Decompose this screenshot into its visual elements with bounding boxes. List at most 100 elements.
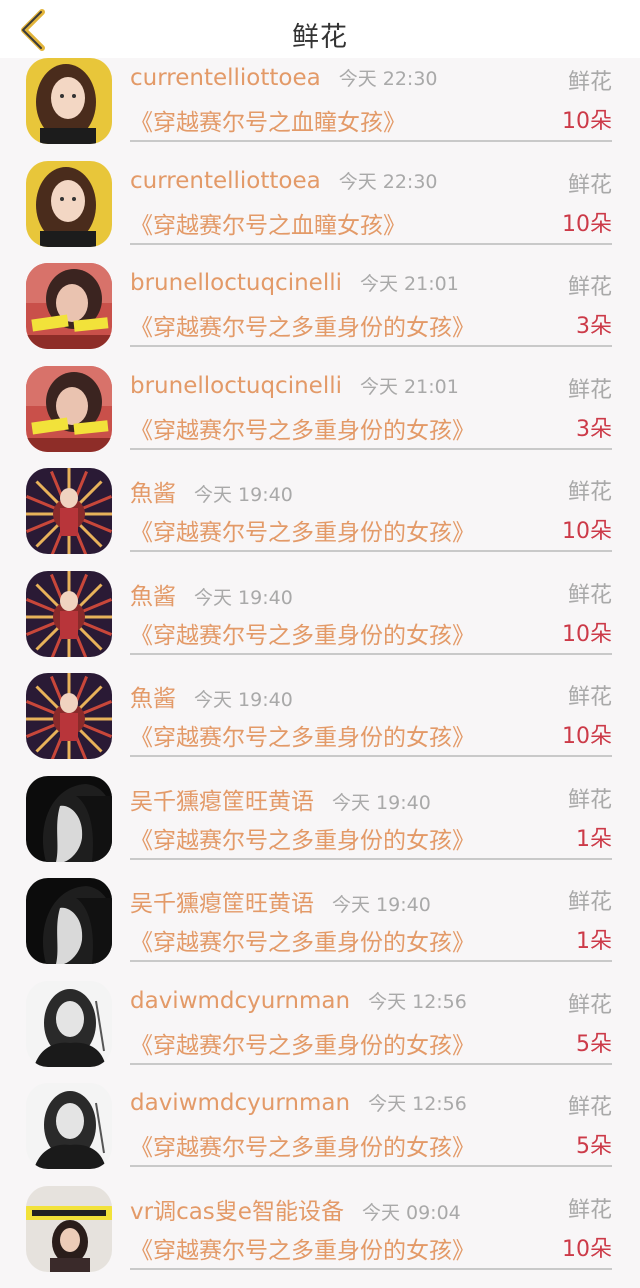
user-name[interactable]: 魚酱今天 19:40 <box>130 577 293 611</box>
book-title[interactable]: 《穿越赛尔号之多重身份的女孩》 <box>130 411 475 445</box>
user-name[interactable]: daviwmdcyurnman 今天 12:56 <box>130 1089 467 1116</box>
flower-count: 5朵 <box>576 1128 612 1160</box>
gift-type: 鲜花 <box>568 1192 612 1224</box>
divider <box>130 755 612 757</box>
divider <box>130 653 612 655</box>
timestamp: 今天 19:40 <box>194 587 293 609</box>
divider <box>130 1063 612 1065</box>
list-item[interactable]: currentelliottoea 今天 22:30 鲜花 《穿越赛尔号之血瞳女孩… <box>0 58 640 161</box>
book-title[interactable]: 《穿越赛尔号之多重身份的女孩》 <box>130 821 475 855</box>
avatar[interactable] <box>26 571 112 657</box>
list-item[interactable]: daviwmdcyurnman 今天 12:56 鲜花 《穿越赛尔号之多重身份的女… <box>0 1083 640 1186</box>
user-name-text: vr调cas叟e智能设备 <box>130 1199 344 1225</box>
user-name[interactable]: currentelliottoea 今天 22:30 <box>130 167 438 194</box>
avatar[interactable] <box>26 1083 112 1169</box>
flower-count: 3朵 <box>576 308 612 340</box>
user-name-text: currentelliottoea <box>130 65 321 91</box>
user-name[interactable]: brunelloctuqcinelli 今天 21:01 <box>130 269 459 296</box>
user-name[interactable]: currentelliottoea 今天 22:30 <box>130 64 438 91</box>
list-item[interactable]: 魚酱今天 19:40 鲜花 《穿越赛尔号之多重身份的女孩》 10朵 <box>0 468 640 571</box>
user-name[interactable]: vr调cas叟e智能设备今天 09:04 <box>130 1192 461 1226</box>
gift-type: 鲜花 <box>568 167 612 199</box>
list-item[interactable]: daviwmdcyurnman今天 12:56 鲜花 《穿越赛尔号之多重身份的女… <box>0 981 640 1084</box>
gift-list: currentelliottoea 今天 22:30 鲜花 《穿越赛尔号之血瞳女孩… <box>0 58 640 1288</box>
timestamp: 今天 19:40 <box>194 689 293 711</box>
user-name[interactable]: 魚酱今天 19:40 <box>130 679 293 713</box>
flower-count: 10朵 <box>562 513 612 545</box>
gift-type: 鲜花 <box>568 474 612 506</box>
list-item[interactable]: vr调cas叟e智能设备今天 09:04 鲜花 《穿越赛尔号之多重身份的女孩》 … <box>0 1186 640 1288</box>
user-name-text: 魚酱 <box>130 584 176 610</box>
avatar[interactable] <box>26 878 112 964</box>
gift-type: 鲜花 <box>568 64 612 96</box>
user-name[interactable]: 吴千獯瘪筐旺黄语今天 19:40 <box>130 782 431 816</box>
timestamp: 今天 22:30 <box>339 171 438 193</box>
timestamp: 今天 19:40 <box>332 894 431 916</box>
list-item[interactable]: 吴千獯瘪筐旺黄语今天 19:40 鲜花 《穿越赛尔号之多重身份的女孩》 1朵 <box>0 776 640 879</box>
user-name-text: 魚酱 <box>130 686 176 712</box>
book-title[interactable]: 《穿越赛尔号之多重身份的女孩》 <box>130 308 475 342</box>
user-name[interactable]: 魚酱今天 19:40 <box>130 474 293 508</box>
timestamp: 今天 09:04 <box>362 1202 461 1224</box>
divider <box>130 448 612 450</box>
book-title[interactable]: 《穿越赛尔号之血瞳女孩》 <box>130 206 406 240</box>
flower-count: 5朵 <box>576 1026 612 1058</box>
flower-count: 10朵 <box>562 718 612 750</box>
avatar[interactable] <box>26 981 112 1067</box>
book-title[interactable]: 《穿越赛尔号之多重身份的女孩》 <box>130 1128 475 1162</box>
avatar[interactable] <box>26 366 112 452</box>
book-title[interactable]: 《穿越赛尔号之多重身份的女孩》 <box>130 718 475 752</box>
user-name-text: currentelliottoea <box>130 168 321 194</box>
timestamp: 今天 12:56 <box>368 1093 467 1115</box>
avatar[interactable] <box>26 776 112 862</box>
user-name[interactable]: brunelloctuqcinelli 今天 21:01 <box>130 372 459 399</box>
flower-count: 10朵 <box>562 616 612 648</box>
book-title[interactable]: 《穿越赛尔号之多重身份的女孩》 <box>130 513 475 547</box>
user-name-text: brunelloctuqcinelli <box>130 270 342 296</box>
avatar[interactable] <box>26 468 112 554</box>
divider <box>130 1165 612 1167</box>
list-item[interactable]: 魚酱今天 19:40 鲜花 《穿越赛尔号之多重身份的女孩》 10朵 <box>0 571 640 674</box>
avatar[interactable] <box>26 673 112 759</box>
gift-type: 鲜花 <box>568 1089 612 1121</box>
flower-count: 1朵 <box>576 923 612 955</box>
divider <box>130 960 612 962</box>
avatar[interactable] <box>26 58 112 144</box>
list-item[interactable]: 吴千獯瘪筐旺黄语今天 19:40 鲜花 《穿越赛尔号之多重身份的女孩》 1朵 <box>0 878 640 981</box>
gift-type: 鲜花 <box>568 577 612 609</box>
flower-count: 10朵 <box>562 206 612 238</box>
book-title[interactable]: 《穿越赛尔号之多重身份的女孩》 <box>130 923 475 957</box>
flower-count: 1朵 <box>576 821 612 853</box>
gift-type: 鲜花 <box>568 884 612 916</box>
avatar[interactable] <box>26 1186 112 1272</box>
avatar[interactable] <box>26 263 112 349</box>
flower-count: 3朵 <box>576 411 612 443</box>
divider <box>130 858 612 860</box>
timestamp: 今天 21:01 <box>360 273 459 295</box>
user-name[interactable]: 吴千獯瘪筐旺黄语今天 19:40 <box>130 884 431 918</box>
user-name[interactable]: daviwmdcyurnman今天 12:56 <box>130 987 467 1014</box>
timestamp: 今天 19:40 <box>194 484 293 506</box>
timestamp: 今天 21:01 <box>360 376 459 398</box>
list-item[interactable]: 魚酱今天 19:40 鲜花 《穿越赛尔号之多重身份的女孩》 10朵 <box>0 673 640 776</box>
gift-type: 鲜花 <box>568 782 612 814</box>
divider <box>130 1268 612 1270</box>
user-name-text: daviwmdcyurnman <box>130 988 350 1014</box>
user-name-text: daviwmdcyurnman <box>130 1090 350 1116</box>
flower-count: 10朵 <box>562 103 612 135</box>
nav-bar: 鲜花 <box>0 0 640 58</box>
book-title[interactable]: 《穿越赛尔号之血瞳女孩》 <box>130 103 406 137</box>
list-item[interactable]: brunelloctuqcinelli今天 21:01 鲜花 《穿越赛尔号之多重… <box>0 263 640 366</box>
list-item[interactable]: currentelliottoea 今天 22:30 鲜花 《穿越赛尔号之血瞳女孩… <box>0 161 640 264</box>
book-title[interactable]: 《穿越赛尔号之多重身份的女孩》 <box>130 616 475 650</box>
timestamp: 今天 22:30 <box>339 68 438 90</box>
book-title[interactable]: 《穿越赛尔号之多重身份的女孩》 <box>130 1026 475 1060</box>
book-title[interactable]: 《穿越赛尔号之多重身份的女孩》 <box>130 1231 475 1265</box>
avatar[interactable] <box>26 161 112 247</box>
divider <box>130 550 612 552</box>
user-name-text: brunelloctuqcinelli <box>130 373 342 399</box>
gift-type: 鲜花 <box>568 372 612 404</box>
divider <box>130 345 612 347</box>
list-item[interactable]: brunelloctuqcinelli 今天 21:01 鲜花 《穿越赛尔号之多重… <box>0 366 640 469</box>
user-name-text: 吴千獯瘪筐旺黄语 <box>130 789 314 815</box>
